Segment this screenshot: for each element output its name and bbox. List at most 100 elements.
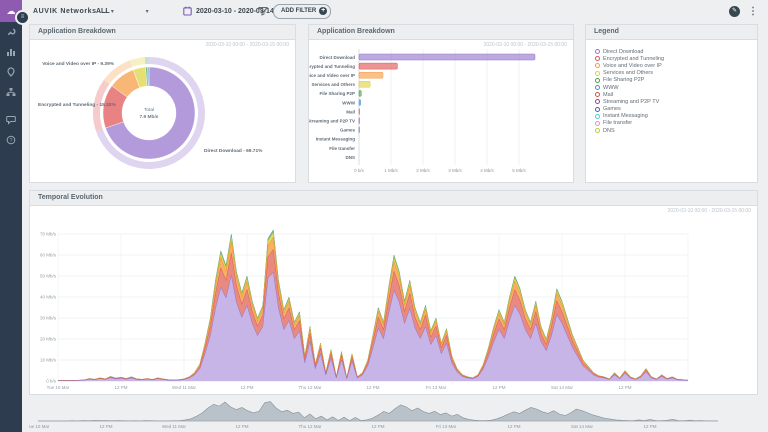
- legend-item-label: Encrypted and Tunneling: [603, 56, 664, 62]
- scope-selector[interactable]: ALL ▾: [96, 0, 149, 22]
- legend-item-label: DNS: [603, 128, 615, 134]
- sidebar-collapse-button[interactable]: ≡: [15, 10, 30, 25]
- sidebar-item-network[interactable]: [0, 82, 22, 102]
- svg-text:Sat 14 Mar: Sat 14 Mar: [571, 424, 594, 429]
- panel-temporal-evolution: Temporal Evolution 2020-03-10 00:00 - 20…: [29, 190, 758, 395]
- legend-item: DNS: [595, 127, 757, 134]
- svg-text:3 Mb/s: 3 Mb/s: [448, 168, 462, 173]
- svg-text:1 Mb/s: 1 Mb/s: [384, 168, 398, 173]
- panel-title: Application Breakdown: [30, 25, 295, 38]
- legend-list: Direct DownloadEncrypted and TunnelingVo…: [586, 40, 757, 134]
- sidebar-item-reports[interactable]: [0, 42, 22, 62]
- svg-text:40 Mb/s: 40 Mb/s: [40, 295, 57, 300]
- svg-text:70 Mb/s: 70 Mb/s: [40, 232, 57, 237]
- legend-color-dot: [595, 49, 600, 54]
- svg-text:Instant Messaging: Instant Messaging: [316, 137, 356, 142]
- svg-text:Mail: Mail: [346, 109, 355, 114]
- svg-text:File Sharing P2P: File Sharing P2P: [319, 91, 355, 96]
- legend-color-dot: [595, 107, 600, 112]
- panel-header: Legend: [586, 25, 757, 40]
- svg-text:Thu 12 Mar: Thu 12 Mar: [298, 385, 322, 390]
- topbar: AUVIK Networks ... ▾ ALL ▾ 2020-03-10 - …: [22, 0, 768, 22]
- legend-item: Mail: [595, 91, 757, 98]
- panel-application-breakdown-donut: Application Breakdown 2020-03-10 00:00 -…: [29, 24, 296, 183]
- svg-text:Wed 11 Mar: Wed 11 Mar: [172, 385, 197, 390]
- panel-legend: Legend Direct DownloadEncrypted and Tunn…: [585, 24, 758, 183]
- dashboard-page: ☁ ?: [0, 0, 768, 432]
- add-filter-label: ADD FILTER: [281, 8, 316, 14]
- svg-text:Total: Total: [144, 107, 154, 113]
- add-filter-button[interactable]: ADD FILTER +: [273, 0, 331, 22]
- legend-color-dot: [595, 63, 600, 68]
- legend-color-dot: [595, 128, 600, 133]
- edit-dashboard-button[interactable]: ✎: [729, 0, 740, 22]
- panel-title: Temporal Evolution: [30, 191, 757, 204]
- legend-item-label: Streaming and P2P TV: [603, 99, 659, 105]
- svg-text:50 Mb/s: 50 Mb/s: [40, 274, 57, 279]
- bar-chart-icon: [6, 47, 16, 57]
- svg-text:Games: Games: [340, 128, 356, 133]
- panel-header: Temporal Evolution: [30, 191, 757, 206]
- svg-text:12 PM: 12 PM: [235, 424, 248, 429]
- svg-text:Voice and Video over IP - 9.39: Voice and Video over IP - 9.39%: [42, 61, 114, 67]
- bar-chart: 0 b/s1 Mb/s2 Mb/s3 Mb/s4 Mb/s5 Mb/sDirec…: [309, 39, 573, 182]
- legend-item-label: WWW: [603, 85, 619, 91]
- legend-color-dot: [595, 71, 600, 76]
- legend-color-dot: [595, 85, 600, 90]
- svg-text:Encrypted and Tunneling - 15.3: Encrypted and Tunneling - 15.32%: [38, 102, 116, 108]
- legend-item: Games: [595, 106, 757, 113]
- legend-color-dot: [595, 114, 600, 119]
- calendar-icon: [183, 6, 192, 16]
- legend-item-label: File transfer: [603, 121, 632, 127]
- legend-color-dot: [595, 121, 600, 126]
- svg-text:?: ?: [10, 138, 13, 144]
- brush-overview-chart[interactable]: Tue 10 Mar12 PMWed 11 Mar12 PMThu 12 Mar…: [29, 398, 739, 432]
- svg-text:12 PM: 12 PM: [240, 385, 253, 390]
- legend-item-label: Voice and Video over IP: [603, 63, 662, 69]
- svg-text:12 PM: 12 PM: [507, 424, 520, 429]
- legend-item-label: Direct Download: [603, 49, 644, 55]
- help-circle-icon: ?: [6, 135, 16, 145]
- chat-bubble-icon: [6, 115, 16, 125]
- funnel-icon: [258, 6, 268, 16]
- panel-header: Application Breakdown: [30, 25, 295, 40]
- kebab-icon: ⋮: [748, 6, 758, 17]
- plus-icon: +: [319, 7, 327, 15]
- sidebar-item-locations[interactable]: [0, 62, 22, 82]
- legend-item-label: Mail: [603, 92, 613, 98]
- sidebar-item-help[interactable]: ?: [0, 130, 22, 150]
- panel-title: Legend: [586, 25, 757, 38]
- legend-color-dot: [595, 56, 600, 61]
- svg-text:12 PM: 12 PM: [114, 385, 127, 390]
- svg-text:12 PM: 12 PM: [643, 424, 656, 429]
- svg-text:30 Mb/s: 30 Mb/s: [40, 316, 57, 321]
- legend-item-label: Services and Others: [603, 70, 653, 76]
- svg-text:Direct Download - 69.71%: Direct Download - 69.71%: [204, 148, 263, 154]
- temporal-area-chart: 0 b/s10 Mb/s20 Mb/s30 Mb/s40 Mb/s50 Mb/s…: [30, 205, 757, 394]
- filter-toggle[interactable]: [258, 0, 268, 22]
- svg-text:Streaming and P2P TV: Streaming and P2P TV: [309, 119, 355, 124]
- scope-selector-value: ALL: [96, 8, 110, 15]
- svg-text:10 Mb/s: 10 Mb/s: [40, 358, 57, 363]
- legend-item: WWW: [595, 84, 757, 91]
- more-menu-button[interactable]: ⋮: [748, 0, 758, 22]
- pencil-icon: ✎: [729, 6, 740, 17]
- svg-text:Thu 12 Mar: Thu 12 Mar: [298, 424, 322, 429]
- svg-text:Tue 10 Mar: Tue 10 Mar: [47, 385, 70, 390]
- panel-title: Application Breakdown: [309, 25, 573, 38]
- legend-item-label: Games: [603, 106, 621, 112]
- sidebar-divider: [0, 102, 22, 110]
- sidebar-item-chat[interactable]: [0, 110, 22, 130]
- cloud-icon: ☁: [7, 6, 16, 17]
- panel-application-breakdown-bars: Application Breakdown 2020-03-10 00:00 -…: [308, 24, 574, 183]
- legend-item: Streaming and P2P TV: [595, 98, 757, 105]
- svg-text:7.9 Mb/s: 7.9 Mb/s: [140, 114, 159, 120]
- svg-text:Tue 10 Mar: Tue 10 Mar: [29, 424, 50, 429]
- svg-text:4 Mb/s: 4 Mb/s: [480, 168, 494, 173]
- svg-text:File transfer: File transfer: [329, 146, 355, 151]
- sidebar-item-tools[interactable]: [0, 22, 22, 42]
- svg-text:Fri 13 Mar: Fri 13 Mar: [426, 385, 447, 390]
- legend-item: File Sharing P2P: [595, 77, 757, 84]
- legend-item: File transfer: [595, 120, 757, 127]
- legend-color-dot: [595, 78, 600, 83]
